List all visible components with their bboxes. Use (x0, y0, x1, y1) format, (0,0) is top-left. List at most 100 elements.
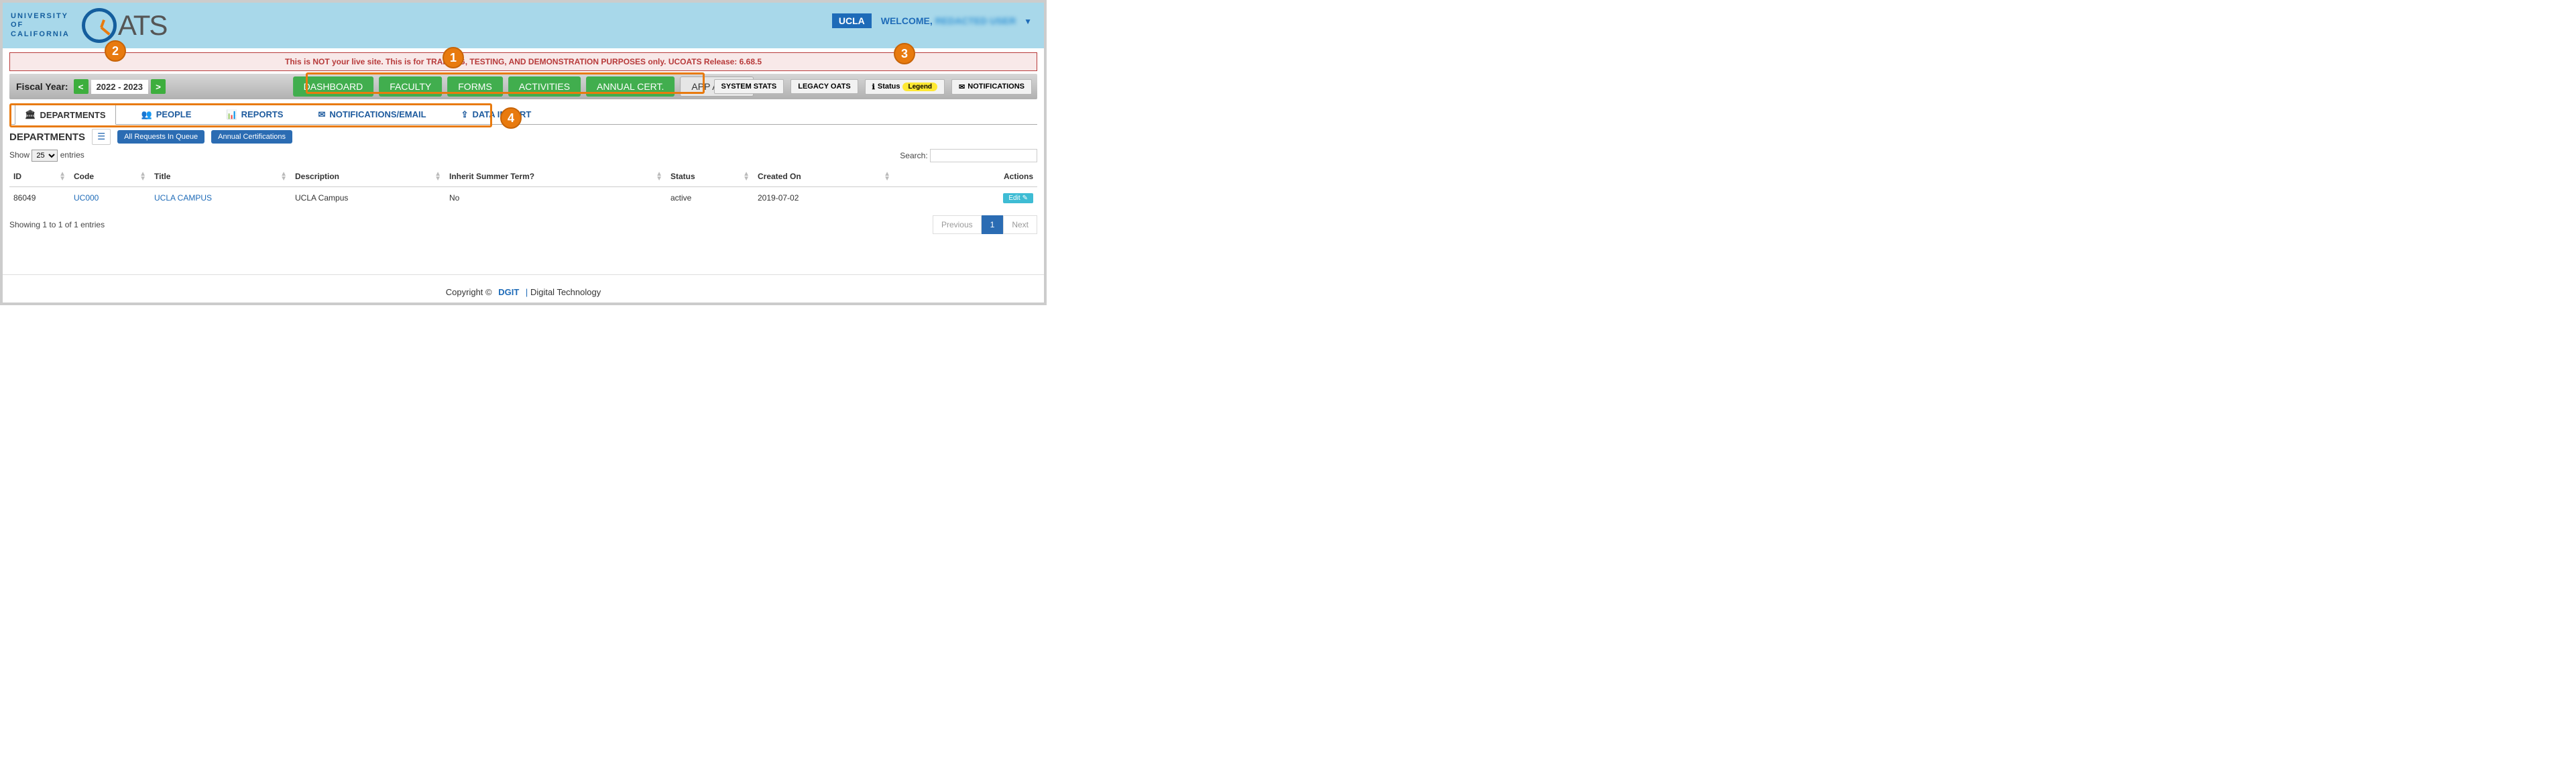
main-toolbar: Fiscal Year: < 2022 - 2023 > DASHBOARD F… (9, 74, 1037, 99)
show-prefix: Show (9, 150, 30, 160)
oats-logo: ATS (82, 8, 167, 43)
header-right: UCLA WELCOME, REDACTED USER ▼ (832, 13, 1032, 28)
ucla-badge: UCLA (832, 13, 872, 28)
show-entries-select[interactable]: 25 (32, 150, 58, 162)
mail-icon: ✉ (959, 83, 965, 91)
welcome-label: WELCOME, (881, 15, 933, 26)
sort-icon: ▲▼ (656, 172, 662, 181)
nav-faculty[interactable]: FACULTY (379, 76, 442, 97)
search-label: Search: (900, 151, 927, 160)
legend-badge: Legend (902, 83, 937, 91)
chevron-down-icon: ▼ (1024, 17, 1032, 26)
table-footer: Showing 1 to 1 of 1 entries Previous 1 N… (9, 215, 1037, 234)
info-icon: ℹ (872, 83, 875, 91)
departments-panel: DEPARTMENTS ☰ All Requests In Queue Annu… (9, 129, 1037, 234)
tab-people[interactable]: 👥 PEOPLE (132, 103, 201, 124)
main-nav: DASHBOARD FACULTY FORMS ACTIVITIES ANNUA… (293, 76, 754, 97)
status-legend-button[interactable]: ℹ Status Legend (865, 79, 945, 95)
col-created[interactable]: Created On▲▼ (754, 166, 894, 187)
uc-line1: UNIVERSITY (11, 12, 70, 21)
sort-icon: ▲▼ (434, 172, 441, 181)
tab-reports[interactable]: 📊 REPORTS (217, 103, 292, 124)
pipe: | (526, 287, 528, 297)
page-1[interactable]: 1 (982, 215, 1004, 234)
page-footer: Copyright © DGIT | Digital Technology (3, 274, 1044, 303)
filter-icon-button[interactable]: ☰ (92, 129, 111, 145)
panel-head: DEPARTMENTS ☰ All Requests In Queue Annu… (9, 129, 1037, 145)
chart-icon: 📊 (226, 109, 237, 120)
filter-icon: ☰ (97, 131, 105, 142)
fy-value: 2022 - 2023 (91, 80, 148, 94)
col-status[interactable]: Status▲▼ (666, 166, 754, 187)
callout-4: 4 (500, 107, 522, 129)
cell-status: active (666, 187, 754, 209)
tab-reports-label: REPORTS (241, 109, 284, 119)
col-code[interactable]: Code▲▼ (70, 166, 150, 187)
digital-tech-text: Digital Technology (530, 287, 601, 297)
page-prev[interactable]: Previous (933, 215, 982, 234)
copyright-text: Copyright © (446, 287, 492, 297)
edit-label: Edit (1008, 195, 1020, 202)
legacy-oats-button[interactable]: LEGACY OATS (791, 79, 858, 94)
col-actions: Actions (894, 166, 1037, 187)
nav-dashboard[interactable]: DASHBOARD (293, 76, 374, 97)
col-description[interactable]: Description▲▼ (291, 166, 445, 187)
edit-button[interactable]: Edit ✎ (1003, 193, 1033, 203)
status-label: Status (878, 83, 900, 91)
search-input[interactable] (930, 149, 1037, 162)
search-wrap: Search: (900, 149, 1037, 162)
table-controls: Show 25 entries Search: (9, 149, 1037, 162)
cell-title-link[interactable]: UCLA CAMPUS (154, 193, 212, 203)
tab-notifications-label: NOTIFICATIONS/EMAIL (329, 109, 426, 119)
nav-activities[interactable]: ACTIVITIES (508, 76, 581, 97)
people-icon: 👥 (141, 109, 152, 120)
annual-cert-button[interactable]: Annual Certifications (211, 130, 292, 144)
clock-icon (82, 8, 117, 43)
notifications-button[interactable]: ✉ NOTIFICATIONS (951, 79, 1032, 95)
tab-notifications-email[interactable]: ✉ NOTIFICATIONS/EMAIL (308, 103, 435, 124)
sort-icon: ▲▼ (59, 172, 66, 181)
oats-text: ATS (118, 9, 167, 42)
col-title[interactable]: Title▲▼ (150, 166, 291, 187)
col-inherit[interactable]: Inherit Summer Term?▲▼ (445, 166, 666, 187)
fy-next-button[interactable]: > (151, 79, 166, 94)
cell-inherit: No (445, 187, 666, 209)
app-header: UNIVERSITY OF CALIFORNIA ATS UCLA WELCOM… (3, 3, 1044, 48)
cell-code-link[interactable]: UC000 (74, 193, 99, 203)
page-next[interactable]: Next (1003, 215, 1037, 234)
welcome-username: REDACTED USER (935, 15, 1016, 26)
nav-annual-cert[interactable]: ANNUAL CERT. (586, 76, 675, 97)
col-id[interactable]: ID▲▼ (9, 166, 70, 187)
dgit-link[interactable]: DGIT (498, 287, 519, 297)
uc-line2: OF (11, 21, 70, 30)
all-requests-button[interactable]: All Requests In Queue (117, 130, 204, 144)
panel-title: DEPARTMENTS (9, 131, 85, 143)
pencil-icon: ✎ (1022, 195, 1028, 202)
tab-people-label: PEOPLE (156, 109, 192, 119)
show-entries: Show 25 entries (9, 150, 84, 162)
tab-departments[interactable]: 🏛 DEPARTMENTS (15, 103, 116, 125)
cell-created: 2019-07-02 (754, 187, 894, 209)
callout-1: 1 (443, 47, 464, 68)
nav-forms[interactable]: FORMS (447, 76, 503, 97)
departments-table: ID▲▼ Code▲▼ Title▲▼ Description▲▼ Inheri… (9, 166, 1037, 209)
sort-icon: ▲▼ (280, 172, 287, 181)
welcome-text[interactable]: WELCOME, REDACTED USER ▼ (881, 15, 1032, 26)
sort-icon: ▲▼ (743, 172, 750, 181)
building-icon: 🏛 (25, 109, 36, 120)
cell-id: 86049 (9, 187, 70, 209)
system-stats-button[interactable]: SYSTEM STATS (714, 79, 784, 94)
tab-data-import[interactable]: ⇪ DATA IMPORT (452, 103, 541, 124)
import-icon: ⇪ (461, 109, 469, 120)
pagination: Previous 1 Next (933, 215, 1037, 234)
notifications-label: NOTIFICATIONS (968, 83, 1024, 91)
sub-nav: 🏛 DEPARTMENTS 👥 PEOPLE 📊 REPORTS ✉ NOTIF… (9, 103, 1037, 125)
table-info: Showing 1 to 1 of 1 entries (9, 220, 105, 229)
callout-2: 2 (105, 40, 126, 62)
fiscal-year-label: Fiscal Year: (16, 81, 68, 92)
mail-icon: ✉ (318, 109, 325, 120)
warning-banner: This is NOT your live site. This is for … (9, 52, 1037, 71)
tab-departments-label: DEPARTMENTS (40, 110, 106, 120)
fy-prev-button[interactable]: < (74, 79, 89, 94)
show-suffix: entries (60, 150, 84, 160)
